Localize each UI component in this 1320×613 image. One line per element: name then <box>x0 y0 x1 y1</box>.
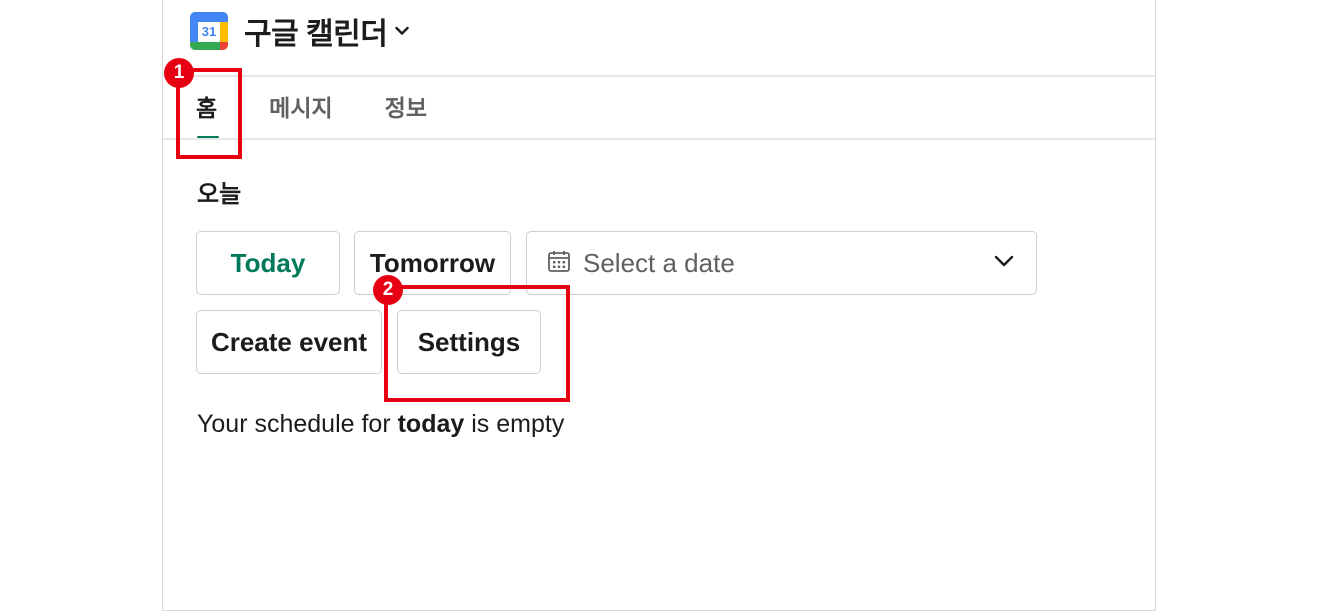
empty-schedule-message: Your schedule for today is empty <box>197 410 564 439</box>
date-select-placeholder: Select a date <box>583 247 735 278</box>
tabs-divider <box>163 138 1155 140</box>
google-calendar-icon: 31 <box>190 12 228 50</box>
header-divider <box>163 75 1155 77</box>
date-select[interactable]: Select a date <box>526 231 1037 295</box>
empty-message-bold: today <box>397 410 465 438</box>
today-button[interactable]: Today <box>196 231 340 295</box>
app-header[interactable]: 31 구글 캘린더 <box>190 9 410 53</box>
calendar-icon-day: 31 <box>201 24 217 39</box>
tab-about[interactable]: 정보 <box>385 92 427 124</box>
annotation-badge-1: 1 <box>164 58 194 88</box>
annotation-badge-2: 2 <box>373 275 403 305</box>
page: 31 구글 캘린더 홈 메시지 정보 오늘 Today Tomorrow Sel… <box>0 0 1320 613</box>
empty-message-suffix: is empty <box>464 410 565 438</box>
chevron-down-icon <box>994 254 1014 273</box>
create-event-button[interactable]: Create event <box>196 310 382 374</box>
empty-message-prefix: Your schedule for <box>197 410 398 438</box>
calendar-icon <box>547 249 571 278</box>
tab-messages[interactable]: 메시지 <box>269 92 332 124</box>
app-title[interactable]: 구글 캘린더 <box>244 9 388 53</box>
section-title: 오늘 <box>197 181 242 208</box>
annotation-box-2 <box>384 285 570 402</box>
chevron-down-icon[interactable] <box>395 24 410 38</box>
